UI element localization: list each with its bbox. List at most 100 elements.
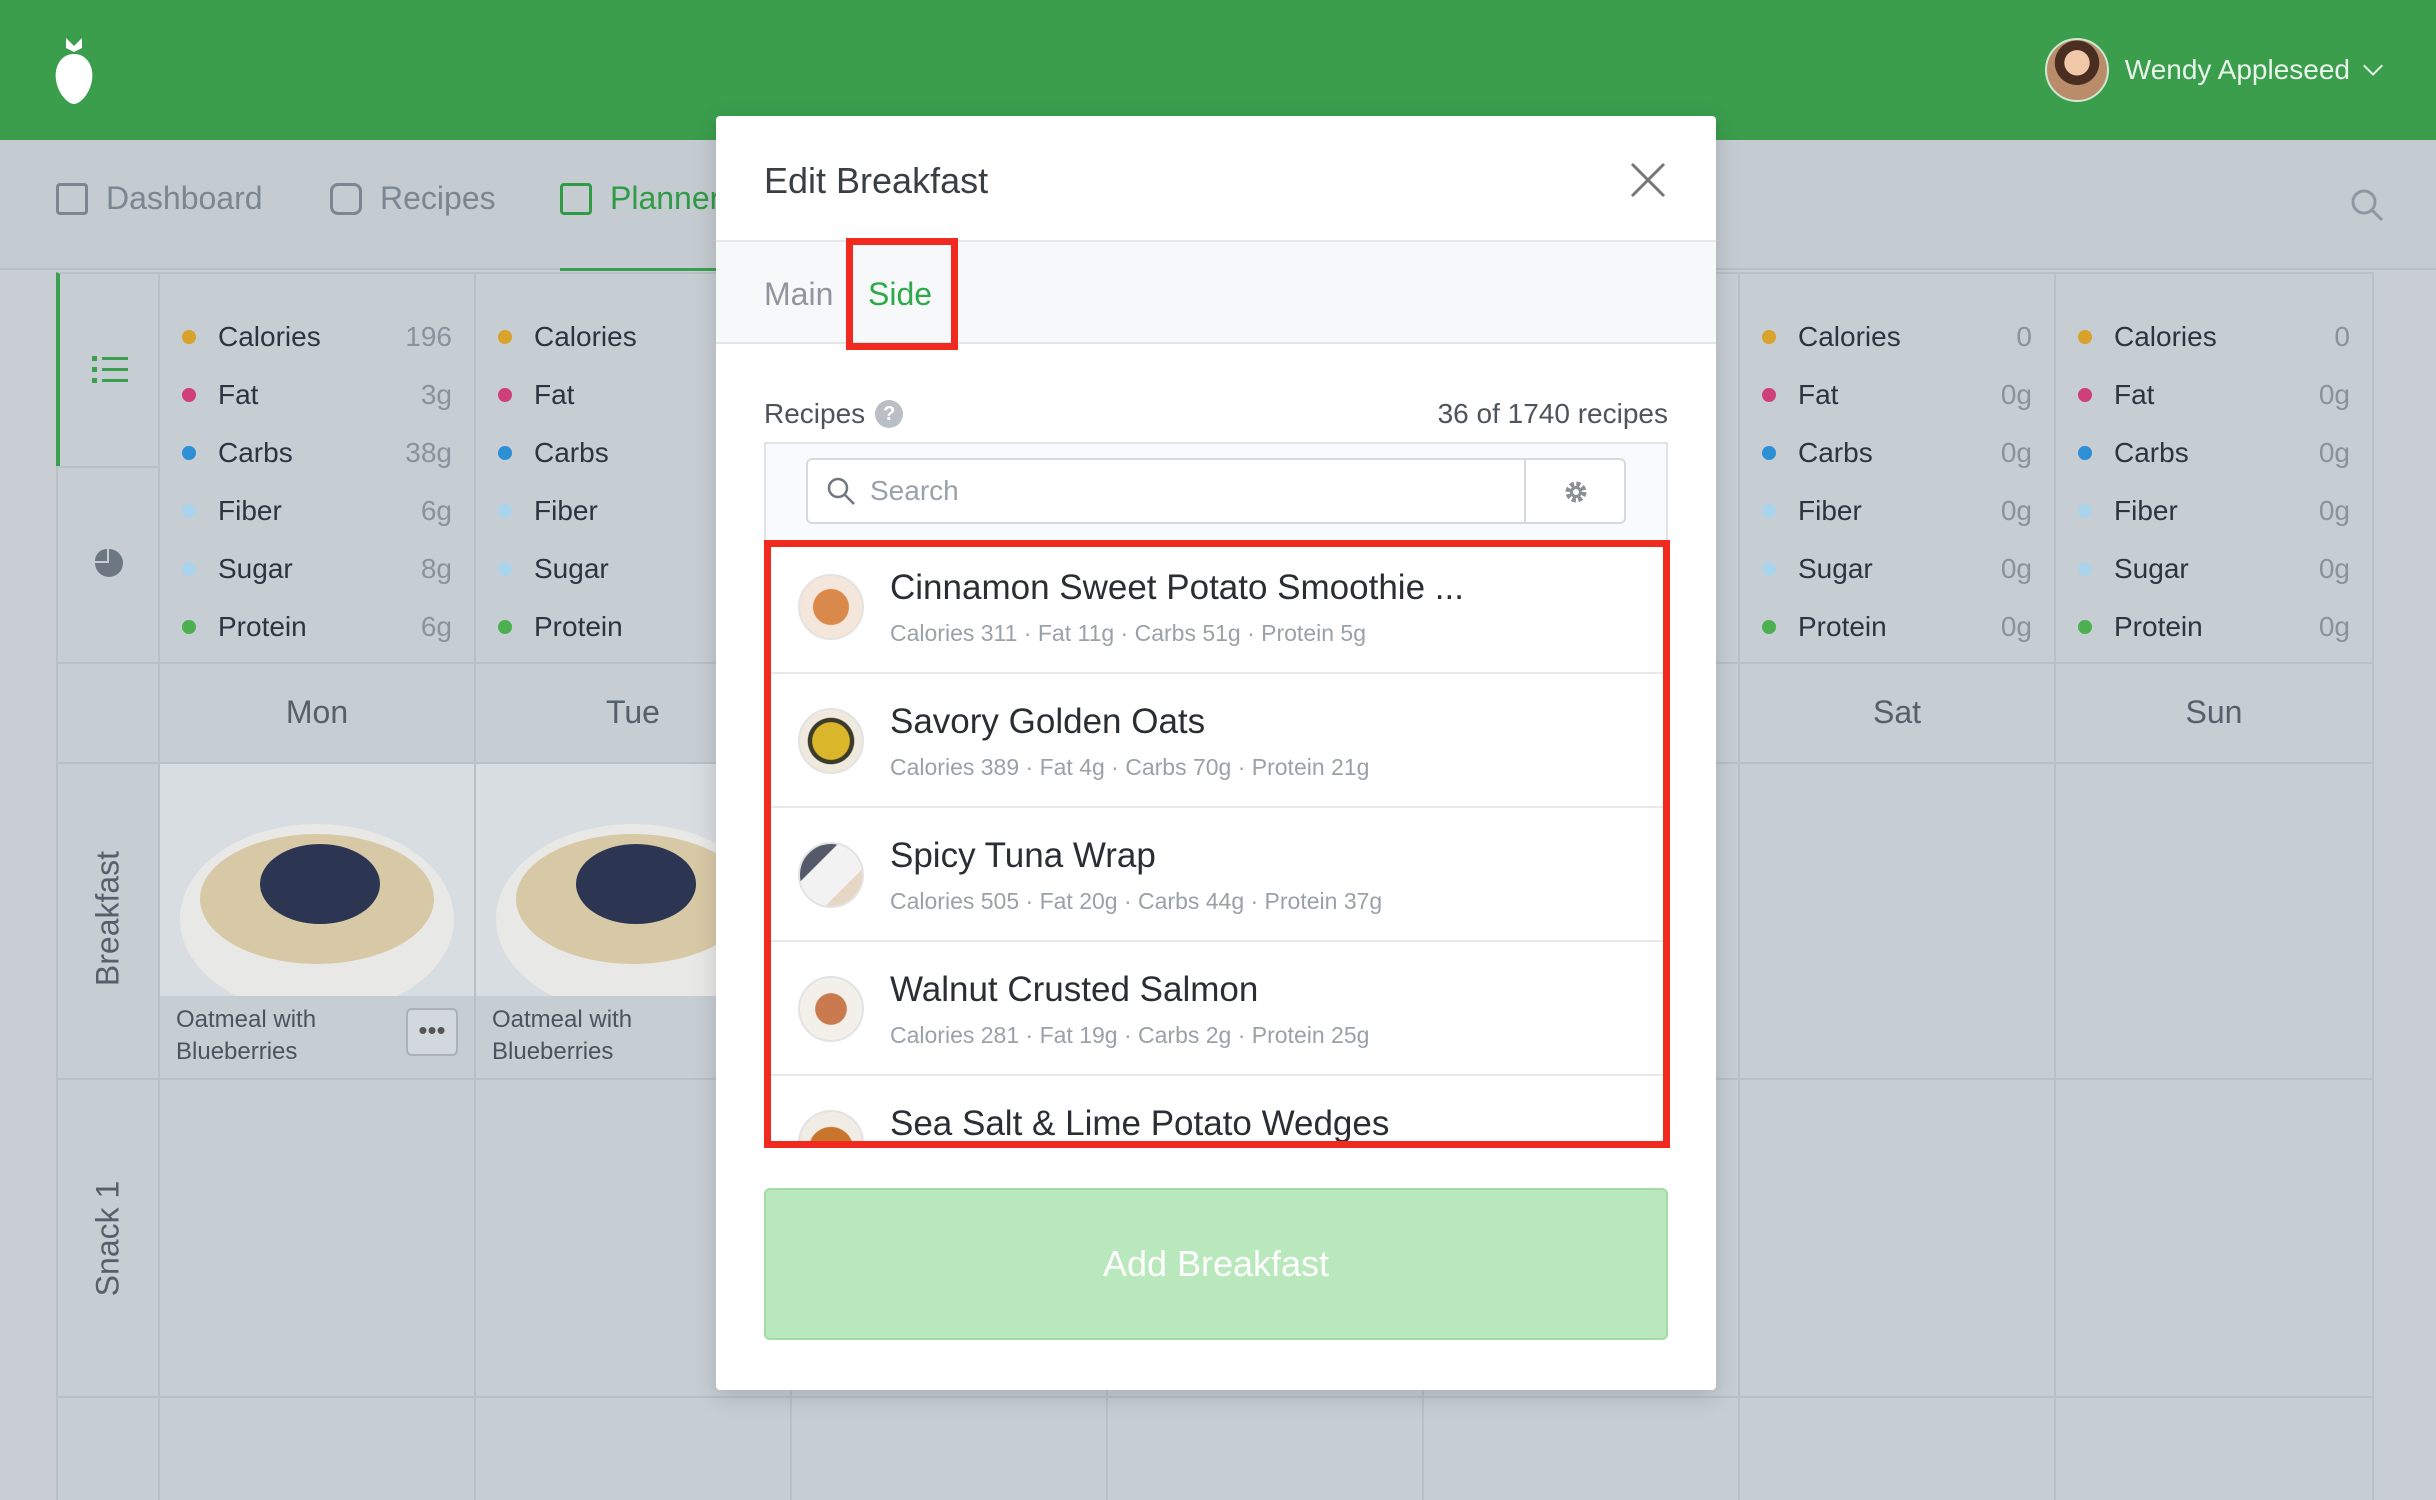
meal-slot[interactable]	[1106, 1396, 1424, 1500]
nutrient-label: Sugar	[1798, 553, 1873, 584]
meal-slot-mon-snack1[interactable]	[158, 1078, 476, 1398]
nutrient-row: Calories 0	[2078, 308, 2350, 366]
day-label: Mon	[285, 694, 349, 730]
meal-label: Snack 1	[89, 1180, 126, 1297]
nutrient-row: Protein 0g	[1762, 598, 2032, 656]
close-icon[interactable]	[1628, 160, 1668, 200]
meal-slot-sun-breakfast[interactable]	[2054, 762, 2374, 1080]
meal-slot-sun-snack1[interactable]	[2054, 1078, 2374, 1398]
sugar-dot-icon	[1762, 562, 1776, 576]
list-view-toggle[interactable]	[56, 272, 160, 468]
nutrient-row: Carbs 0g	[1762, 424, 2032, 482]
oatmeal-image	[160, 764, 474, 996]
tray-icon	[330, 182, 362, 215]
user-menu[interactable]: Wendy Appleseed	[2044, 38, 2383, 102]
add-breakfast-button[interactable]: Add Breakfast	[764, 1188, 1668, 1340]
carbs-dot-icon	[182, 446, 196, 460]
calendar-icon	[560, 182, 592, 215]
nav-item-dashboard[interactable]: Dashboard	[56, 180, 263, 217]
help-icon[interactable]: ?	[875, 400, 904, 428]
modal-header: Edit Breakfast	[716, 116, 1716, 242]
nutrient-value: 0g	[2318, 379, 2350, 410]
nutrient-row: Fat 3g	[182, 366, 452, 424]
nutrient-label: Carbs	[1798, 437, 1873, 468]
nutrient-label: Calories	[218, 321, 321, 352]
search-icon	[827, 477, 855, 505]
fiber-dot-icon	[182, 504, 196, 518]
nutrient-value: 0	[2334, 321, 2350, 352]
tab-main[interactable]: Main	[764, 276, 833, 313]
edit-breakfast-modal: Edit Breakfast Main Side Recipes ? 36 of…	[716, 116, 1716, 1390]
nutrient-label: Protein	[534, 611, 623, 642]
nutrient-label: Calories	[1798, 321, 1901, 352]
nutrient-label: Fiber	[2114, 495, 2178, 526]
nutrient-value: 6g	[420, 495, 452, 526]
nutrient-label: Fat	[2114, 379, 2155, 410]
meal-slot-sat-snack1[interactable]	[1738, 1078, 2056, 1398]
search-input[interactable]: Search	[806, 458, 1526, 524]
carbs-dot-icon	[1762, 446, 1776, 460]
meal-slot-mon-breakfast[interactable]: Oatmeal with Blueberries •••	[158, 762, 476, 1080]
meal-row-label-snack1: Snack 1	[56, 1078, 160, 1398]
nutrient-value: 0g	[2000, 553, 2032, 584]
day-header-sat: Sat	[1738, 662, 2056, 764]
nav-item-recipes[interactable]: Recipes	[330, 180, 496, 217]
nav-label: Recipes	[380, 180, 496, 216]
day-label: Sun	[2185, 694, 2243, 730]
carbs-dot-icon	[498, 446, 512, 460]
fat-dot-icon	[1762, 388, 1776, 402]
strawberry-logo-icon[interactable]	[52, 34, 96, 106]
sugar-dot-icon	[2078, 562, 2092, 576]
dashboard-icon	[56, 182, 88, 215]
calories-dot-icon	[2078, 330, 2092, 344]
more-options-button[interactable]: •••	[406, 1008, 458, 1056]
meal-slot[interactable]	[1738, 1396, 2056, 1500]
fat-dot-icon	[498, 388, 512, 402]
meal-row-label	[56, 1396, 160, 1500]
meal-slot[interactable]	[790, 1396, 1108, 1500]
nutrient-row: Sugar 8g	[182, 540, 452, 598]
nutrient-label: Fiber	[218, 495, 282, 526]
protein-dot-icon	[1762, 620, 1776, 634]
nutrient-row: Sugar 0g	[2078, 540, 2350, 598]
day-header-sun: Sun	[2054, 662, 2374, 764]
recipes-label: Recipes ?	[764, 398, 904, 430]
calories-dot-icon	[498, 330, 512, 344]
meal-slot-sat-breakfast[interactable]	[1738, 762, 2056, 1080]
nutrient-value: 0g	[2000, 437, 2032, 468]
search-settings-button[interactable]	[1524, 458, 1626, 524]
nutrient-label: Protein	[1798, 611, 1887, 642]
nutrient-row: Fiber 6g	[182, 482, 452, 540]
chart-view-toggle[interactable]	[56, 466, 160, 664]
list-icon	[92, 356, 128, 383]
nutrient-row: Calories 0	[1762, 308, 2032, 366]
meal-slot[interactable]	[158, 1396, 476, 1500]
protein-dot-icon	[182, 620, 196, 634]
nutrient-label: Sugar	[534, 553, 609, 584]
nutrient-label: Fat	[1798, 379, 1839, 410]
fat-dot-icon	[2078, 388, 2092, 402]
user-name: Wendy Appleseed	[2124, 54, 2350, 85]
search-icon[interactable]	[2350, 188, 2384, 222]
meal-title: Oatmeal with Blueberries	[492, 1006, 633, 1065]
highlight-box-recipes	[764, 540, 1670, 1148]
sugar-dot-icon	[498, 562, 512, 576]
highlight-box-tab	[846, 238, 958, 350]
day-header-mon: Mon	[158, 662, 476, 764]
nutrient-label: Fiber	[534, 495, 598, 526]
meal-slot[interactable]	[474, 1396, 792, 1500]
calories-dot-icon	[1762, 330, 1776, 344]
nav-item-planner[interactable]: Planner	[560, 180, 720, 217]
meal-slot[interactable]	[2054, 1396, 2374, 1500]
nutrient-value: 38g	[405, 437, 452, 468]
nutrient-label: Carbs	[218, 437, 293, 468]
meal-slot[interactable]	[1422, 1396, 1740, 1500]
avatar	[2044, 38, 2109, 102]
nutrient-row: Protein 6g	[182, 598, 452, 656]
carbs-dot-icon	[2078, 446, 2092, 460]
nutrient-label: Fat	[218, 379, 259, 410]
pie-chart-icon	[95, 549, 123, 577]
sun-nutrients: Calories 0 Fat 0g Carbs 0g Fiber 0g Sugar 0g …	[2054, 272, 2374, 664]
fiber-dot-icon	[498, 504, 512, 518]
nutrient-row: Fiber 0g	[2078, 482, 2350, 540]
